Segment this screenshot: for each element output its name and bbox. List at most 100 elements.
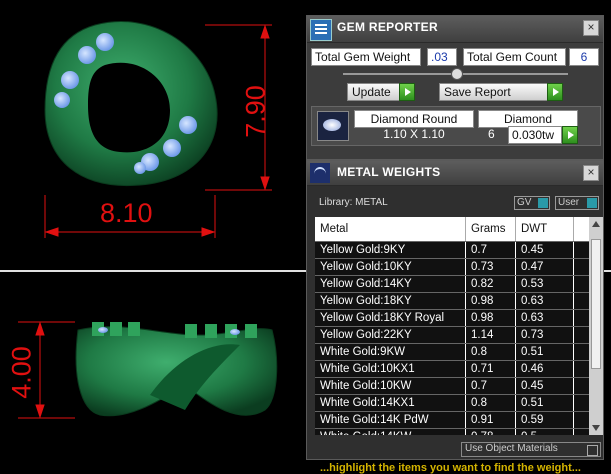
status-hint: ...highlight the items you want to find … [320, 462, 581, 474]
metal-table-row[interactable]: White Gold:9KW 0.8 0.51 [315, 343, 592, 361]
vertical-scrollbar[interactable] [589, 217, 603, 435]
metal-table-row[interactable]: Yellow Gold:10KY 0.73 0.47 [315, 258, 592, 276]
ring-side-view[interactable] [75, 322, 278, 417]
metal-table-row[interactable]: White Gold:14KX1 0.8 0.51 [315, 394, 592, 412]
scroll-down-arrow-icon[interactable] [592, 425, 600, 431]
metal-name-cell: Yellow Gold:9KY [315, 241, 466, 259]
column-header-dwt[interactable]: DWT [515, 217, 574, 242]
user-label: User [558, 197, 580, 208]
gv-label: GV [517, 197, 532, 208]
metal-table-row[interactable]: White Gold:10KX1 0.71 0.46 [315, 360, 592, 378]
dwt-cell: 0.5 [515, 428, 574, 435]
dwt-cell: 0.47 [515, 258, 574, 276]
total-gem-count-value: 6 [569, 48, 599, 66]
gem-size: 1.10 X 1.10 [383, 127, 445, 141]
grams-cell: 0.98 [465, 292, 516, 310]
metal-name-cell: White Gold:14KX1 [315, 394, 466, 412]
gem-reporter-titlebar[interactable]: GEM REPORTER × [307, 16, 603, 43]
play-icon [562, 126, 578, 144]
scale-icon [310, 163, 330, 183]
toggle-indicator [538, 198, 548, 208]
toggle-indicator [587, 445, 598, 456]
metal-name-cell: White Gold:10KW [315, 377, 466, 395]
play-icon [399, 83, 415, 101]
metal-table-container[interactable]: Metal Grams DWT Yellow Gold:9KY 0.7 0.45 Ye… [315, 217, 603, 435]
metal-weights-panel[interactable]: METAL WEIGHTS × Library: METAL GV User M… [306, 160, 604, 460]
dwt-cell: 0.45 [515, 377, 574, 395]
gem-reporter-icon [310, 19, 332, 41]
gv-toggle[interactable]: GV [514, 196, 550, 210]
metal-table-header: Metal Grams DWT [315, 217, 592, 242]
metal-name-cell: Yellow Gold:14KY [315, 275, 466, 293]
metal-table: Metal Grams DWT Yellow Gold:9KY 0.7 0.45 Ye… [315, 217, 592, 435]
dwt-cell: 0.45 [515, 241, 574, 259]
metal-table-row[interactable]: Yellow Gold:14KY 0.82 0.53 [315, 275, 592, 293]
metal-table-row[interactable]: White Gold:14K PdW 0.91 0.59 [315, 411, 592, 429]
slider-handle[interactable] [451, 68, 463, 80]
metal-table-row[interactable]: Yellow Gold:22KY 1.14 0.73 [315, 326, 592, 344]
grams-cell: 0.73 [465, 258, 516, 276]
dimension-label-width: 8.10 [100, 198, 153, 228]
metal-weights-title: METAL WEIGHTS [337, 165, 441, 179]
dwt-cell: 0.63 [515, 292, 574, 310]
dimension-label-height: 7.90 [240, 85, 271, 138]
gem-thumbnail [317, 111, 349, 141]
grams-cell: 0.8 [465, 394, 516, 412]
metal-name-cell: White Gold:10KX1 [315, 360, 466, 378]
scroll-up-arrow-icon[interactable] [592, 221, 600, 227]
grams-cell: 0.7 [465, 377, 516, 395]
metal-table-row[interactable]: Yellow Gold:9KY 0.7 0.45 [315, 241, 592, 259]
total-gem-weight-value: .03 [427, 48, 457, 66]
metal-weights-titlebar[interactable]: METAL WEIGHTS × [307, 161, 603, 186]
use-object-materials-toggle[interactable]: Use Object Materials [461, 442, 601, 457]
metal-table-body: Yellow Gold:9KY 0.7 0.45 Yellow Gold:10KY 0.… [315, 241, 592, 435]
dwt-cell: 0.51 [515, 343, 574, 361]
gem-row-go-button[interactable] [562, 126, 578, 144]
metal-name-cell: Yellow Gold:18KY [315, 292, 466, 310]
metal-name-cell: White Gold:9KW [315, 343, 466, 361]
dwt-cell: 0.51 [515, 394, 574, 412]
dwt-cell: 0.59 [515, 411, 574, 429]
grams-cell: 0.82 [465, 275, 516, 293]
metal-name-cell: White Gold:14K PdW [315, 411, 466, 429]
dwt-cell: 0.53 [515, 275, 574, 293]
scrollbar-thumb[interactable] [591, 239, 601, 369]
metal-table-row[interactable]: Yellow Gold:18KY 0.98 0.63 [315, 292, 592, 310]
dimension-label-side-height: 4.00 [6, 346, 37, 399]
dwt-cell: 0.46 [515, 360, 574, 378]
grams-cell: 0.8 [465, 343, 516, 361]
grams-cell: 0.78 [465, 428, 516, 435]
total-gem-count-label: Total Gem Count [463, 48, 566, 66]
metal-name-cell: Yellow Gold:18KY Royal [315, 309, 466, 327]
grams-cell: 0.71 [465, 360, 516, 378]
gem-reporter-panel[interactable]: GEM REPORTER × Total Gem Weight .03 Tota… [306, 15, 604, 160]
metal-name-cell: White Gold:14KW [315, 428, 466, 435]
user-toggle[interactable]: User [555, 196, 599, 210]
gem-weight: 0.030tw [508, 126, 562, 144]
update-button-label: Update [352, 85, 391, 99]
update-button[interactable]: Update [347, 83, 415, 101]
dwt-cell: 0.63 [515, 309, 574, 327]
metal-name-cell: Yellow Gold:10KY [315, 258, 466, 276]
grams-cell: 1.14 [465, 326, 516, 344]
column-header-grams[interactable]: Grams [465, 217, 516, 242]
play-icon [547, 83, 563, 101]
grams-cell: 0.7 [465, 241, 516, 259]
metal-table-row[interactable]: Yellow Gold:18KY Royal 0.98 0.63 [315, 309, 592, 327]
dwt-cell: 0.73 [515, 326, 574, 344]
gem-list-row[interactable]: Diamond Round 1.10 X 1.10 Diamond 6 0.03… [311, 106, 601, 146]
save-report-button[interactable]: Save Report [439, 83, 563, 101]
metal-table-row[interactable]: White Gold:14KW0.780.5 [315, 428, 592, 435]
library-label: Library: METAL [319, 197, 388, 208]
save-report-button-label: Save Report [444, 85, 511, 99]
ring-top-view[interactable] [44, 21, 218, 187]
use-object-materials-label: Use Object Materials [465, 443, 558, 454]
column-header-metal[interactable]: Metal [315, 217, 466, 242]
total-gem-weight-label: Total Gem Weight [311, 48, 421, 66]
close-icon[interactable]: × [583, 20, 599, 36]
close-icon[interactable]: × [583, 165, 599, 181]
metal-table-row[interactable]: White Gold:10KW 0.7 0.45 [315, 377, 592, 395]
grams-cell: 0.91 [465, 411, 516, 429]
gem-count: 6 [488, 127, 495, 141]
grams-cell: 0.98 [465, 309, 516, 327]
